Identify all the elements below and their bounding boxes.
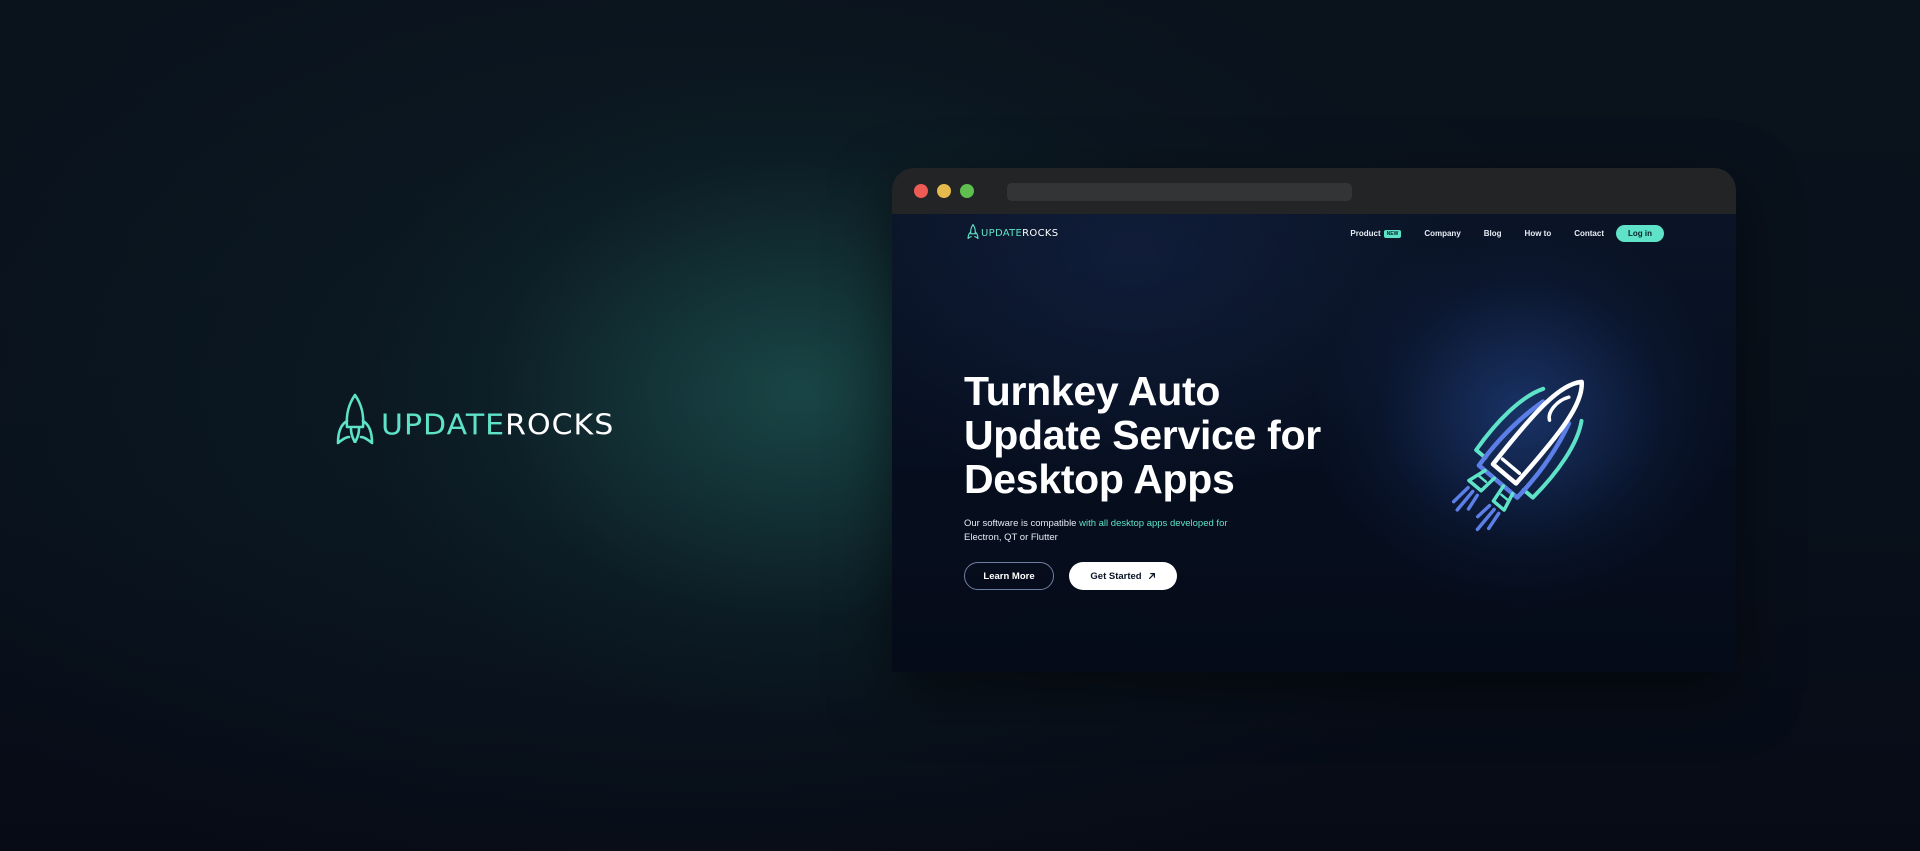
browser-window: UPDATEROCKS Product NEW Company Blog How… bbox=[892, 168, 1736, 672]
nav-item-blog[interactable]: Blog bbox=[1484, 229, 1502, 238]
brand-word-rocks: ROCKS bbox=[505, 408, 615, 443]
login-button[interactable]: Log in bbox=[1616, 225, 1664, 242]
nav-item-company[interactable]: Company bbox=[1424, 229, 1460, 238]
maximize-dot[interactable] bbox=[960, 184, 974, 198]
minimize-dot[interactable] bbox=[937, 184, 951, 198]
hero-subtitle-plain: Our software is compatible bbox=[964, 518, 1080, 529]
hero-subtitle: Our software is compatible with all desk… bbox=[964, 517, 1264, 544]
new-badge: NEW bbox=[1383, 229, 1402, 238]
hero-title: Turnkey Auto Update Service for Desktop … bbox=[964, 368, 1321, 502]
site-nav: Product NEW Company Blog How to Contact … bbox=[1350, 225, 1664, 242]
hero-subtitle-end: Electron, QT or Flutter bbox=[964, 531, 1058, 543]
brand-logo: UPDATEROCKS bbox=[335, 393, 614, 445]
get-started-button[interactable]: Get Started bbox=[1069, 562, 1177, 590]
nav-item-label: Product bbox=[1350, 229, 1381, 238]
arrow-up-right-icon bbox=[1148, 573, 1155, 579]
nav-item-product[interactable]: Product NEW bbox=[1350, 229, 1402, 238]
brand-word-update: UPDATE bbox=[381, 408, 506, 443]
rocket-logo-icon bbox=[967, 224, 979, 239]
site-viewport: UPDATEROCKS Product NEW Company Blog How… bbox=[892, 214, 1736, 672]
site-logo[interactable]: UPDATEROCKS bbox=[967, 224, 1058, 239]
address-bar[interactable] bbox=[1007, 183, 1352, 201]
brand-wordmark: UPDATEROCKS bbox=[381, 408, 615, 443]
rocket-illustration bbox=[1451, 379, 1584, 532]
nav-item-how-to[interactable]: How to bbox=[1525, 229, 1552, 238]
nav-item-contact[interactable]: Contact bbox=[1574, 229, 1604, 238]
site-wordmark: UPDATEROCKS bbox=[981, 228, 1058, 239]
site-word-update: UPDATE bbox=[981, 228, 1023, 239]
rocket-logo-icon bbox=[336, 393, 374, 445]
learn-more-button[interactable]: Learn More bbox=[964, 562, 1054, 590]
browser-titlebar bbox=[892, 168, 1736, 214]
hero-subtitle-highlight: with all desktop apps developed for bbox=[1079, 518, 1228, 529]
site-word-rocks: ROCKS bbox=[1022, 228, 1059, 239]
close-dot[interactable] bbox=[914, 184, 928, 198]
get-started-label: Get Started bbox=[1090, 570, 1142, 582]
